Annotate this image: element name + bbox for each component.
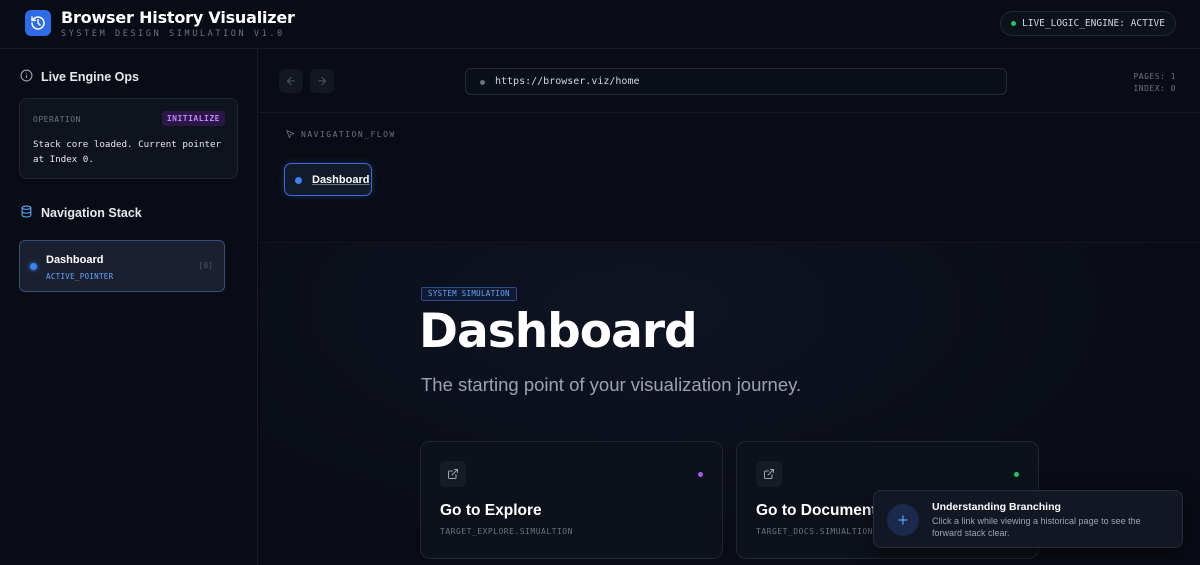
system-simulation-badge: SYSTEM SIMULATION [421, 287, 517, 301]
card-status-dot-icon [1014, 472, 1019, 477]
external-link-icon [756, 461, 782, 487]
stack-item-dashboard[interactable]: Dashboard ACTIVE_POINTER [0] [19, 240, 225, 292]
stack-item-pointer: ACTIVE_POINTER [46, 272, 114, 281]
forward-button[interactable] [310, 69, 334, 93]
flow-node-dashboard[interactable]: Dashboard [284, 163, 372, 196]
live-engine-ops-heading: Live Engine Ops [20, 69, 139, 85]
stack-item-name: Dashboard [46, 254, 104, 266]
page-description: The starting point of your visualization… [421, 374, 802, 395]
status-dot-icon [1011, 21, 1016, 26]
page-stats: PAGES: 1 INDEX: 0 [1133, 71, 1176, 95]
flow-node-dot-icon [295, 177, 302, 184]
card-status-dot-icon [698, 472, 703, 477]
info-icon [20, 69, 33, 85]
engine-status-text: LIVE_LOGIC_ENGINE: ACTIVE [1022, 18, 1165, 29]
plus-icon [887, 504, 919, 536]
branching-tip-toast: Understanding Branching Click a link whi… [873, 490, 1183, 548]
history-icon [25, 10, 51, 36]
card-title: Go to Explore [440, 502, 542, 519]
operation-label: OPERATION [33, 115, 81, 124]
pages-count: PAGES: 1 [1133, 72, 1176, 81]
main-panel: https://browser.viz/home PAGES: 1 INDEX:… [259, 49, 1200, 565]
explore-link-card[interactable]: Go to Explore TARGET_EXPLORE.SIMUALTION [420, 441, 723, 559]
url-status-dot-icon [480, 80, 485, 85]
engine-status-badge: LIVE_LOGIC_ENGINE: ACTIVE [1000, 11, 1176, 36]
operation-badge: INITIALIZE [161, 111, 225, 126]
toast-title: Understanding Branching [932, 501, 1061, 513]
browser-bar: https://browser.viz/home PAGES: 1 INDEX:… [259, 49, 1200, 113]
url-text: https://browser.viz/home [495, 76, 640, 87]
flow-node-label: Dashboard [312, 174, 370, 186]
database-icon [20, 205, 33, 221]
navigation-flow: NAVIGATION_FLOW Dashboard [259, 114, 1200, 243]
toast-text: Click a link while viewing a historical … [932, 516, 1141, 538]
external-link-icon [440, 461, 466, 487]
app-title: Browser History Visualizer [61, 8, 295, 27]
app-subtitle: SYSTEM DESIGN SIMULATION V1.0 [61, 29, 285, 39]
card-target: TARGET_EXPLORE.SIMUALTION [440, 527, 573, 536]
index-count: INDEX: 0 [1133, 84, 1176, 93]
stack-title: Navigation Stack [41, 206, 142, 220]
active-dot-icon [30, 263, 37, 270]
navigation-flow-label: NAVIGATION_FLOW [285, 129, 396, 139]
operation-text: Stack core loaded. Current pointer at In… [33, 139, 222, 165]
arrow-left-icon [287, 77, 295, 85]
url-bar[interactable]: https://browser.viz/home [465, 68, 1007, 95]
app-header: Browser History Visualizer SYSTEM DESIGN… [0, 0, 1200, 49]
arrow-right-icon [318, 77, 326, 85]
operation-card: OPERATION INITIALIZE Stack core loaded. … [19, 98, 238, 179]
stack-item-index: [0] [198, 261, 213, 270]
navigation-stack-heading: Navigation Stack [20, 205, 142, 221]
sidebar: Live Engine Ops OPERATION INITIALIZE Sta… [0, 49, 258, 565]
back-button[interactable] [279, 69, 303, 93]
ops-title: Live Engine Ops [41, 70, 139, 84]
flow-label-text: NAVIGATION_FLOW [301, 129, 396, 139]
page-title: Dashboard [419, 304, 698, 359]
card-target: TARGET_DOCS.SIMUALTION [756, 527, 873, 536]
cursor-icon [286, 130, 295, 139]
